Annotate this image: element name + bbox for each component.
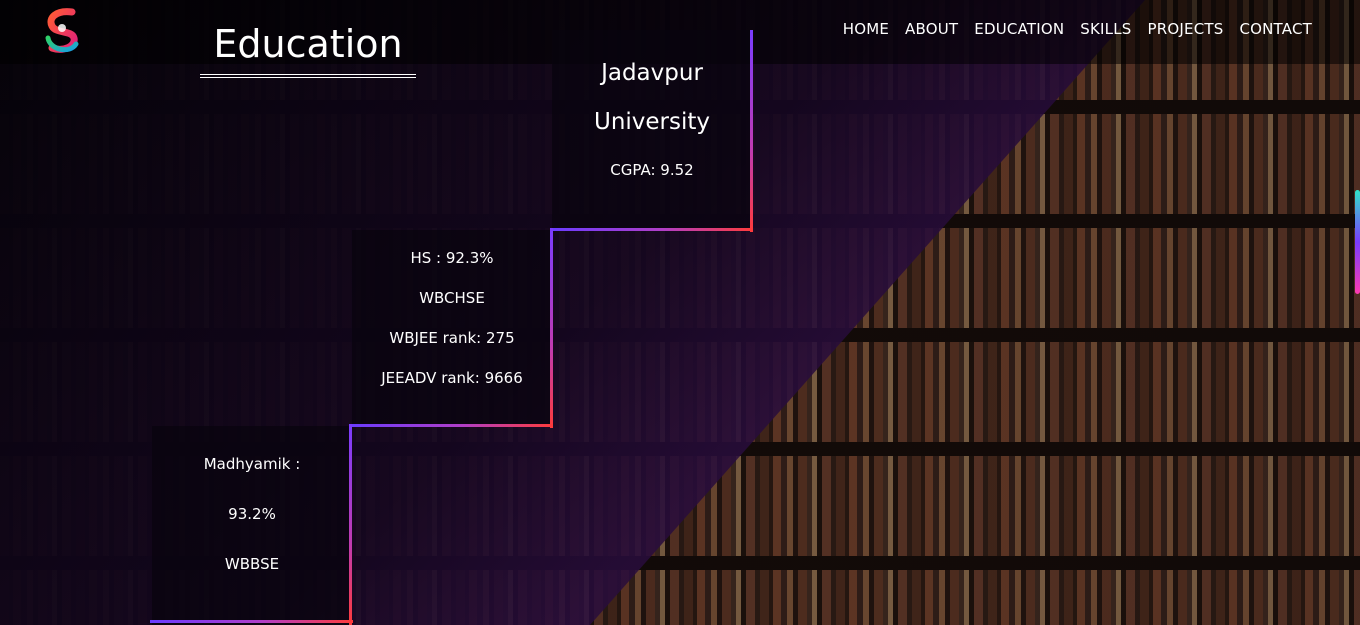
main-nav: HOME ABOUT EDUCATION SKILLS PROJECTS CON… [843,20,1312,38]
step-border-vertical-1 [750,30,753,232]
university-name-line2: University [593,109,711,135]
nav-skills[interactable]: SKILLS [1080,20,1131,38]
wbjee-rank: WBJEE rank: 275 [389,329,515,347]
hs-board: WBCHSE [419,289,485,307]
nav-projects[interactable]: PROJECTS [1148,20,1224,38]
nav-about[interactable]: ABOUT [905,20,958,38]
education-step-madhyamik: Madhyamik : 93.2% WBBSE [152,426,352,625]
education-step-university: Jadavpur University CGPA: 9.52 [552,30,752,230]
nav-home[interactable]: HOME [843,20,889,38]
university-cgpa: CGPA: 9.52 [610,161,694,179]
brand-logo-icon[interactable] [42,8,82,56]
step-border-vertical-3 [349,424,352,625]
nav-education[interactable]: EDUCATION [974,20,1064,38]
hs-score: HS : 92.3% [410,249,494,267]
step-border-vertical-2 [550,228,553,428]
scrollbar-thumb[interactable] [1355,190,1360,294]
step-border-horizontal-2 [350,424,553,427]
section-title: Education [213,22,403,66]
step-border-horizontal-3 [150,620,353,623]
education-step-hs: HS : 92.3% WBCHSE WBJEE rank: 275 JEEADV… [352,230,552,426]
madhyamik-label: Madhyamik : [203,455,301,473]
nav-contact[interactable]: CONTACT [1239,20,1312,38]
jeeadv-rank: JEEADV rank: 9666 [381,369,523,387]
title-underline [200,74,416,78]
madhyamik-score: 93.2% [228,505,276,523]
madhyamik-board: WBBSE [224,555,280,573]
university-name-line1: Jadavpur [601,60,703,86]
step-border-horizontal-1 [550,228,753,231]
